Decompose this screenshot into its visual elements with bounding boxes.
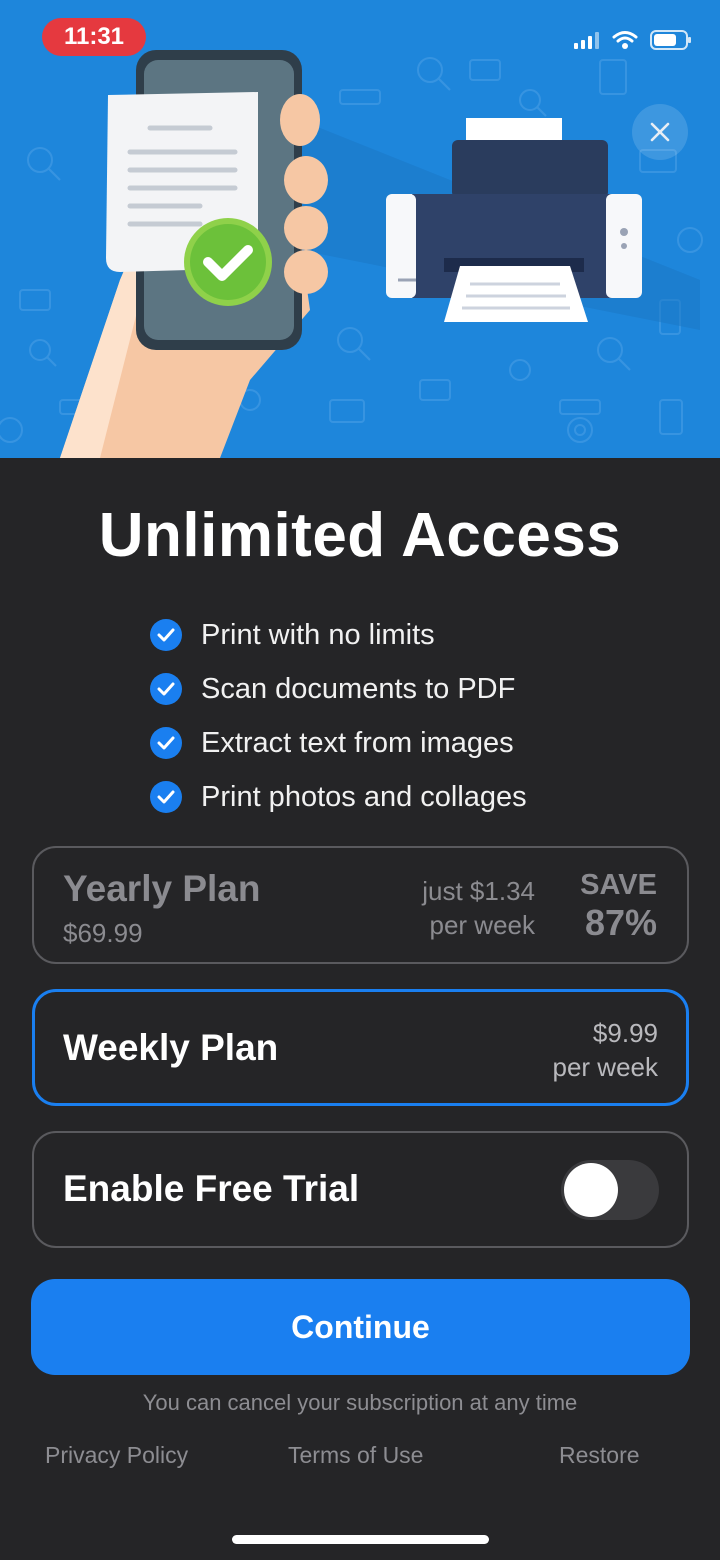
cancel-note: You can cancel your subscription at any … <box>142 1390 578 1415</box>
terms-of-use-link[interactable]: Terms of Use <box>288 1442 423 1469</box>
feature-text: Print photos and collages <box>201 780 527 813</box>
yearly-per-week-label: per week <box>429 910 536 940</box>
free-trial-label: Enable Free Trial <box>63 1168 360 1209</box>
page-title: Unlimited Access <box>98 501 622 570</box>
feature-item: Scan documents to PDF <box>150 662 527 716</box>
phone-printer-illustration <box>60 50 700 458</box>
close-icon <box>650 122 670 142</box>
feature-item: Print photos and collages <box>150 770 527 824</box>
free-trial-row: Enable Free Trial <box>32 1131 689 1248</box>
checkmark-icon <box>150 727 182 759</box>
feature-text: Extract text from images <box>201 726 514 759</box>
weekly-plan-option[interactable]: Weekly Plan $9.99 per week <box>32 989 689 1106</box>
footer-links: Privacy Policy Terms of Use Restore <box>0 1442 720 1472</box>
battery-icon <box>650 30 691 50</box>
checkmark-icon <box>150 673 182 705</box>
restore-link[interactable]: Restore <box>559 1442 640 1469</box>
save-badge: SAVE 87% <box>580 868 657 944</box>
yearly-per-week-price: just $1.34 <box>422 876 535 906</box>
home-indicator[interactable] <box>232 1535 489 1544</box>
weekly-price-amount: $9.99 <box>592 1018 658 1048</box>
weekly-plan-price: $9.99 per week <box>553 1016 659 1084</box>
weekly-price-period: per week <box>552 1052 659 1082</box>
status-time: 11:31 <box>42 18 146 56</box>
feature-text: Print with no limits <box>201 618 435 651</box>
save-label: SAVE <box>580 869 657 901</box>
feature-item: Print with no limits <box>150 608 527 662</box>
close-button[interactable] <box>632 104 688 160</box>
signal-icon <box>574 32 599 49</box>
yearly-plan-price: $69.99 <box>63 918 143 948</box>
status-icons <box>574 30 692 50</box>
yearly-per-week: just $1.34 per week <box>422 874 535 942</box>
privacy-policy-link[interactable]: Privacy Policy <box>45 1442 188 1469</box>
feature-list: Print with no limits Scan documents to P… <box>150 608 527 824</box>
weekly-plan-name: Weekly Plan <box>63 1027 279 1068</box>
checkmark-icon <box>150 781 182 813</box>
hero-banner: 11:31 <box>0 0 720 458</box>
wifi-icon <box>612 31 638 49</box>
feature-item: Extract text from images <box>150 716 527 770</box>
yearly-plan-name: Yearly Plan <box>63 868 261 909</box>
feature-text: Scan documents to PDF <box>201 672 516 705</box>
checkmark-icon <box>150 619 182 651</box>
toggle-knob <box>564 1163 618 1217</box>
save-percent: 87% <box>584 902 657 943</box>
free-trial-toggle[interactable] <box>561 1160 659 1220</box>
continue-button[interactable]: Continue <box>31 1279 690 1375</box>
yearly-plan-option[interactable]: Yearly Plan $69.99 just $1.34 per week S… <box>32 846 689 964</box>
